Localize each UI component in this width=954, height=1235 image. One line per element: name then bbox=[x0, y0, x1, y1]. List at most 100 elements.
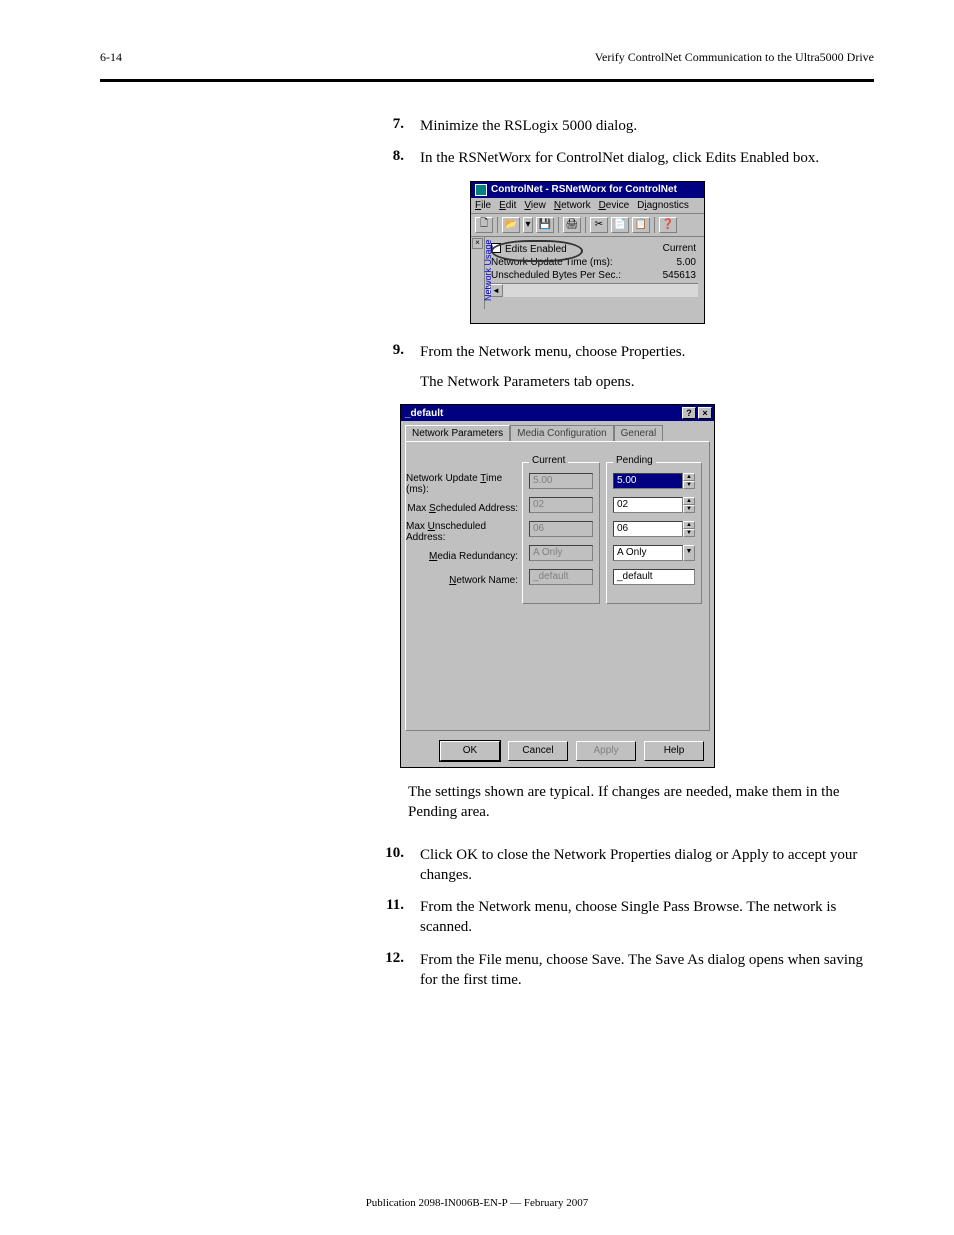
tb-new[interactable]: 🗋 bbox=[475, 217, 493, 233]
default-dialog-screenshot: _default ? × Network Parameters Media Co… bbox=[368, 404, 874, 768]
label-mua: Max Unscheduled Address: bbox=[406, 520, 522, 544]
menu-view[interactable]: View bbox=[524, 200, 546, 211]
rsn-window: ControlNet - RSNetWorx for ControlNet Fi… bbox=[470, 181, 705, 324]
unsched-label: Unscheduled Bytes Per Sec.: bbox=[491, 270, 621, 281]
pending-media-select[interactable]: A Only bbox=[613, 545, 683, 561]
tb-save[interactable]: 💾 bbox=[536, 217, 554, 233]
pending-mua-input[interactable]: 06 bbox=[613, 521, 683, 537]
cancel-button[interactable]: Cancel bbox=[508, 741, 568, 761]
spin-down-icon[interactable]: ▼ bbox=[683, 481, 695, 489]
label-media: Media Redundancy: bbox=[406, 544, 522, 568]
rsn-title-text: ControlNet - RSNetWorx for ControlNet bbox=[491, 184, 677, 195]
step-8: 8. In the RSNetWorx for ControlNet dialo… bbox=[368, 148, 874, 168]
nut-label: Network Update Time (ms): bbox=[491, 257, 613, 268]
rsn-menubar[interactable]: File Edit View Network Device Diagnostic… bbox=[471, 198, 704, 214]
pending-msa[interactable]: 02 ▲▼ bbox=[613, 497, 695, 513]
step-body: Minimize the RSLogix 5000 dialog. bbox=[420, 116, 874, 136]
dialog-panel: Network Update Time (ms): Max Scheduled … bbox=[405, 441, 710, 731]
tb-open[interactable]: 📂 bbox=[502, 217, 520, 233]
edits-enabled-label: Edits Enabled bbox=[505, 244, 567, 255]
current-msa: 02 bbox=[529, 497, 593, 513]
step-num: 11. bbox=[368, 897, 404, 938]
menu-diagnostics[interactable]: Diagnostics bbox=[637, 200, 689, 211]
pending-media[interactable]: A Only ▼ bbox=[613, 545, 695, 561]
menu-file[interactable]: File bbox=[475, 200, 491, 211]
pending-name[interactable]: _default bbox=[613, 569, 695, 585]
apply-button[interactable]: Apply bbox=[576, 741, 636, 761]
rsn-hscroll[interactable]: ◄ bbox=[489, 283, 698, 297]
menu-edit[interactable]: Edit bbox=[499, 200, 516, 211]
pending-nut[interactable]: 5.00 ▲▼ bbox=[613, 473, 695, 489]
close-icon[interactable]: × bbox=[472, 238, 483, 249]
current-name: _default bbox=[529, 569, 593, 585]
step-9b: The Network Parameters tab opens. bbox=[420, 372, 874, 392]
publication-number: Publication 2098-IN006B-EN-P — February … bbox=[0, 1197, 954, 1209]
spin-up-icon[interactable]: ▲ bbox=[683, 497, 695, 505]
chevron-down-icon[interactable]: ▼ bbox=[683, 545, 695, 561]
legend-pending: Pending bbox=[613, 455, 656, 466]
label-msa: Max Scheduled Address: bbox=[406, 496, 522, 520]
spin-down-icon[interactable]: ▼ bbox=[683, 505, 695, 513]
edits-enabled-checkbox[interactable]: Edits Enabled bbox=[491, 243, 567, 255]
group-current: Current 5.00 02 06 A Only _default bbox=[522, 462, 600, 604]
step-num: 8. bbox=[368, 148, 404, 168]
dialog-button-row: OK Cancel Apply Help bbox=[401, 735, 714, 767]
step-9a: From the Network menu, choose Properties… bbox=[420, 342, 874, 362]
tb-sep bbox=[558, 217, 559, 233]
context-help-icon[interactable]: ? bbox=[682, 407, 696, 419]
step-10: 10. Click OK to close the Network Proper… bbox=[368, 845, 874, 886]
below-dialog-note: The settings shown are typical. If chang… bbox=[408, 782, 874, 823]
spin-down-icon[interactable]: ▼ bbox=[683, 529, 695, 537]
tb-cut[interactable]: ✂ bbox=[590, 217, 608, 233]
step-num: 12. bbox=[368, 950, 404, 991]
header-right: Verify ControlNet Communication to the U… bbox=[595, 50, 874, 65]
group-pending: Pending 5.00 ▲▼ 02 ▲▼ 06 ▲▼ A Only bbox=[606, 462, 702, 604]
label-nut: Network Update Time (ms): bbox=[406, 472, 522, 496]
spin-up-icon[interactable]: ▲ bbox=[683, 521, 695, 529]
current-nut: 5.00 bbox=[529, 473, 593, 489]
rsn-body: × Network Usage Edits Enabled Current Ne… bbox=[471, 237, 704, 323]
tb-open-dd[interactable]: ▾ bbox=[523, 217, 533, 233]
rsn-row-edits: Edits Enabled Current bbox=[491, 243, 696, 255]
label-name: Network Name: bbox=[406, 568, 522, 592]
rsnetworx-screenshot: ControlNet - RSNetWorx for ControlNet Fi… bbox=[470, 181, 874, 324]
menu-device[interactable]: Device bbox=[599, 200, 630, 211]
step-body: From the Network menu, choose Single Pas… bbox=[420, 897, 874, 938]
close-icon[interactable]: × bbox=[698, 407, 712, 419]
menu-network[interactable]: Network bbox=[554, 200, 591, 211]
dialog-tabs: Network Parameters Media Configuration G… bbox=[401, 421, 714, 441]
step-11: 11. From the Network menu, choose Single… bbox=[368, 897, 874, 938]
tb-whats-this[interactable]: ❓ bbox=[659, 217, 677, 233]
pending-mua[interactable]: 06 ▲▼ bbox=[613, 521, 695, 537]
scroll-track[interactable] bbox=[503, 284, 698, 297]
pending-name-input[interactable]: _default bbox=[613, 569, 695, 585]
tab-general[interactable]: General bbox=[614, 425, 664, 441]
spin-up-icon[interactable]: ▲ bbox=[683, 473, 695, 481]
app-icon bbox=[475, 184, 487, 196]
tab-media-configuration[interactable]: Media Configuration bbox=[510, 425, 614, 441]
step-num: 7. bbox=[368, 116, 404, 136]
step-12: 12. From the File menu, choose Save. The… bbox=[368, 950, 874, 991]
help-button[interactable]: Help bbox=[644, 741, 704, 761]
page-header: 6-14 Verify ControlNet Communication to … bbox=[100, 50, 874, 65]
tb-print[interactable]: 🖨 bbox=[563, 217, 581, 233]
pending-msa-input[interactable]: 02 bbox=[613, 497, 683, 513]
dialog-titlebar: _default ? × bbox=[401, 405, 714, 421]
tab-network-parameters[interactable]: Network Parameters bbox=[405, 425, 510, 441]
header-rule bbox=[100, 79, 874, 82]
tb-paste[interactable]: 📋 bbox=[632, 217, 650, 233]
unsched-value: 545613 bbox=[663, 270, 696, 281]
step-body: In the RSNetWorx for ControlNet dialog, … bbox=[420, 148, 874, 168]
default-dialog: _default ? × Network Parameters Media Co… bbox=[400, 404, 715, 768]
pending-nut-input[interactable]: 5.00 bbox=[613, 473, 683, 489]
tb-sep bbox=[654, 217, 655, 233]
nut-value: 5.00 bbox=[677, 257, 696, 268]
rsn-vertical-tab[interactable]: × Network Usage bbox=[471, 237, 485, 309]
step-7: 7. Minimize the RSLogix 5000 dialog. bbox=[368, 116, 874, 136]
tb-sep bbox=[585, 217, 586, 233]
step-body: Click OK to close the Network Properties… bbox=[420, 845, 874, 886]
ok-button[interactable]: OK bbox=[440, 741, 500, 761]
tb-copy[interactable]: 📄 bbox=[611, 217, 629, 233]
rsn-row-nut: Network Update Time (ms): 5.00 bbox=[491, 257, 696, 268]
rsn-titlebar: ControlNet - RSNetWorx for ControlNet bbox=[471, 182, 704, 198]
